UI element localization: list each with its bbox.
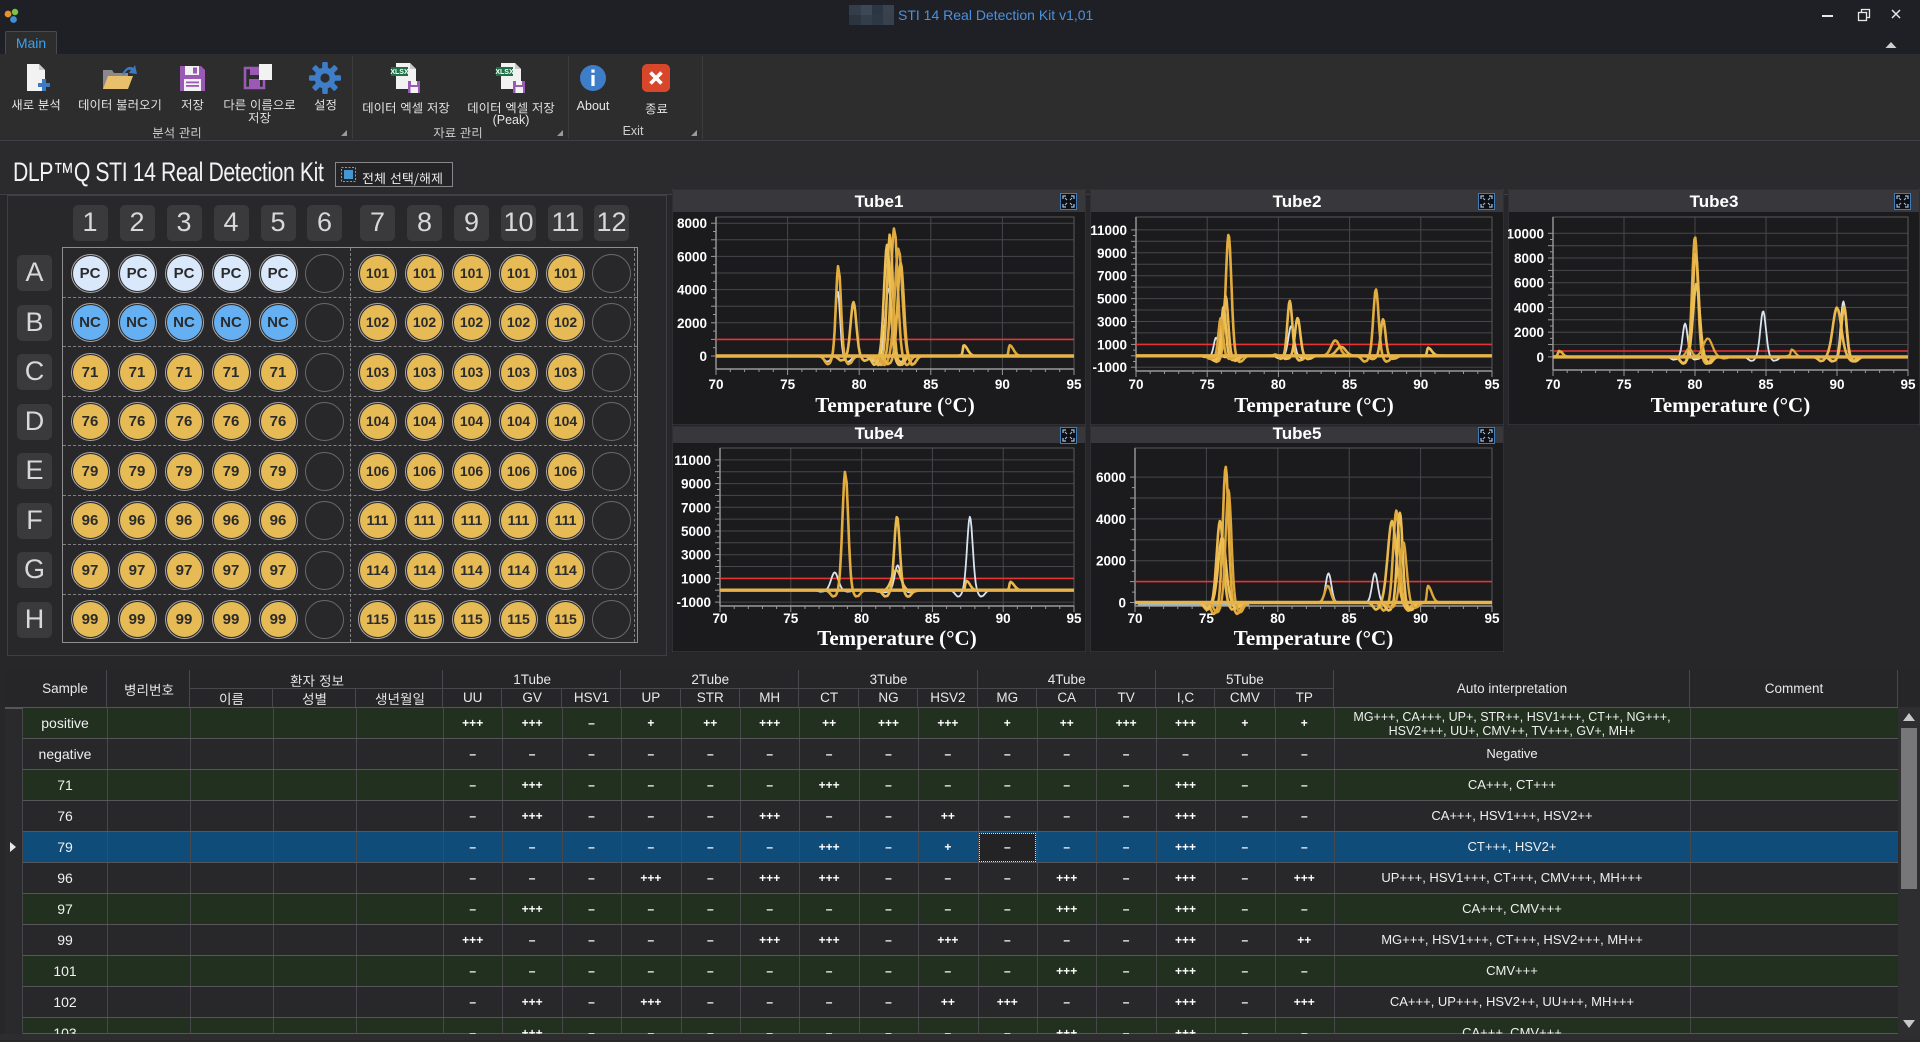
svg-text:6000: 6000 [677, 249, 707, 264]
svg-text:8000: 8000 [1514, 251, 1544, 266]
svg-text:9000: 9000 [1097, 246, 1127, 261]
svg-text:Temperature (°C): Temperature (°C) [1234, 393, 1393, 417]
svg-text:90: 90 [995, 377, 1010, 392]
svg-text:1000: 1000 [681, 571, 711, 586]
svg-text:85: 85 [1758, 377, 1774, 392]
svg-text:11000: 11000 [674, 453, 711, 468]
svg-text:85: 85 [925, 611, 941, 626]
svg-text:2000: 2000 [1514, 325, 1544, 340]
svg-text:0: 0 [699, 349, 707, 364]
svg-text:0: 0 [1118, 596, 1126, 611]
svg-text:7000: 7000 [1097, 269, 1127, 284]
svg-text:2000: 2000 [1096, 554, 1126, 569]
svg-text:Temperature (°C): Temperature (°C) [817, 626, 976, 650]
svg-text:XLSX: XLSX [390, 69, 409, 76]
svg-text:95: 95 [1484, 377, 1500, 392]
svg-text:9000: 9000 [681, 477, 711, 492]
svg-text:70: 70 [1127, 611, 1142, 626]
svg-text:70: 70 [1128, 377, 1143, 392]
svg-text:80: 80 [852, 377, 867, 392]
svg-text:Temperature (°C): Temperature (°C) [815, 393, 974, 417]
svg-text:10000: 10000 [1508, 226, 1544, 241]
svg-text:75: 75 [1616, 377, 1632, 392]
svg-text:Tube1: Tube1 [855, 192, 904, 211]
svg-text:Tube4: Tube4 [855, 426, 904, 443]
svg-text:2000: 2000 [677, 316, 707, 331]
svg-text:8000: 8000 [677, 216, 707, 231]
svg-text:0: 0 [1536, 350, 1544, 365]
svg-text:95: 95 [1066, 377, 1082, 392]
svg-text:XLSX: XLSX [495, 69, 514, 76]
svg-text:90: 90 [1413, 611, 1428, 626]
svg-text:75: 75 [1200, 377, 1216, 392]
svg-text:90: 90 [1829, 377, 1844, 392]
svg-text:Tube2: Tube2 [1273, 192, 1322, 211]
svg-text:Temperature (°C): Temperature (°C) [1651, 393, 1810, 417]
svg-text:80: 80 [1271, 377, 1286, 392]
svg-text:70: 70 [708, 377, 723, 392]
svg-text:75: 75 [783, 611, 799, 626]
svg-text:70: 70 [1545, 377, 1560, 392]
svg-text:Tube3: Tube3 [1690, 192, 1739, 211]
svg-text:95: 95 [1484, 611, 1500, 626]
svg-text:6000: 6000 [1096, 470, 1126, 485]
svg-text:Tube5: Tube5 [1273, 426, 1322, 443]
svg-text:5000: 5000 [1097, 292, 1127, 307]
svg-text:70: 70 [712, 611, 727, 626]
svg-text:1000: 1000 [1097, 337, 1127, 352]
svg-text:5000: 5000 [681, 524, 711, 539]
svg-text:6000: 6000 [1514, 276, 1544, 291]
svg-text:4000: 4000 [677, 283, 707, 298]
svg-text:85: 85 [1342, 377, 1358, 392]
svg-text:-1000: -1000 [676, 595, 711, 610]
svg-text:-1000: -1000 [1092, 360, 1127, 375]
svg-text:4000: 4000 [1096, 512, 1126, 527]
svg-text:95: 95 [1900, 377, 1916, 392]
svg-text:90: 90 [996, 611, 1011, 626]
svg-text:3000: 3000 [681, 548, 711, 563]
svg-text:80: 80 [1270, 611, 1285, 626]
svg-text:85: 85 [923, 377, 939, 392]
svg-text:11000: 11000 [1090, 223, 1127, 238]
svg-text:3000: 3000 [1097, 315, 1127, 330]
svg-text:80: 80 [854, 611, 869, 626]
svg-text:Temperature (°C): Temperature (°C) [1234, 626, 1393, 650]
svg-text:95: 95 [1066, 611, 1082, 626]
svg-text:85: 85 [1342, 611, 1358, 626]
svg-text:4000: 4000 [1514, 301, 1544, 316]
svg-text:80: 80 [1687, 377, 1702, 392]
svg-text:7000: 7000 [681, 500, 711, 515]
svg-text:75: 75 [780, 377, 796, 392]
svg-text:90: 90 [1413, 377, 1428, 392]
